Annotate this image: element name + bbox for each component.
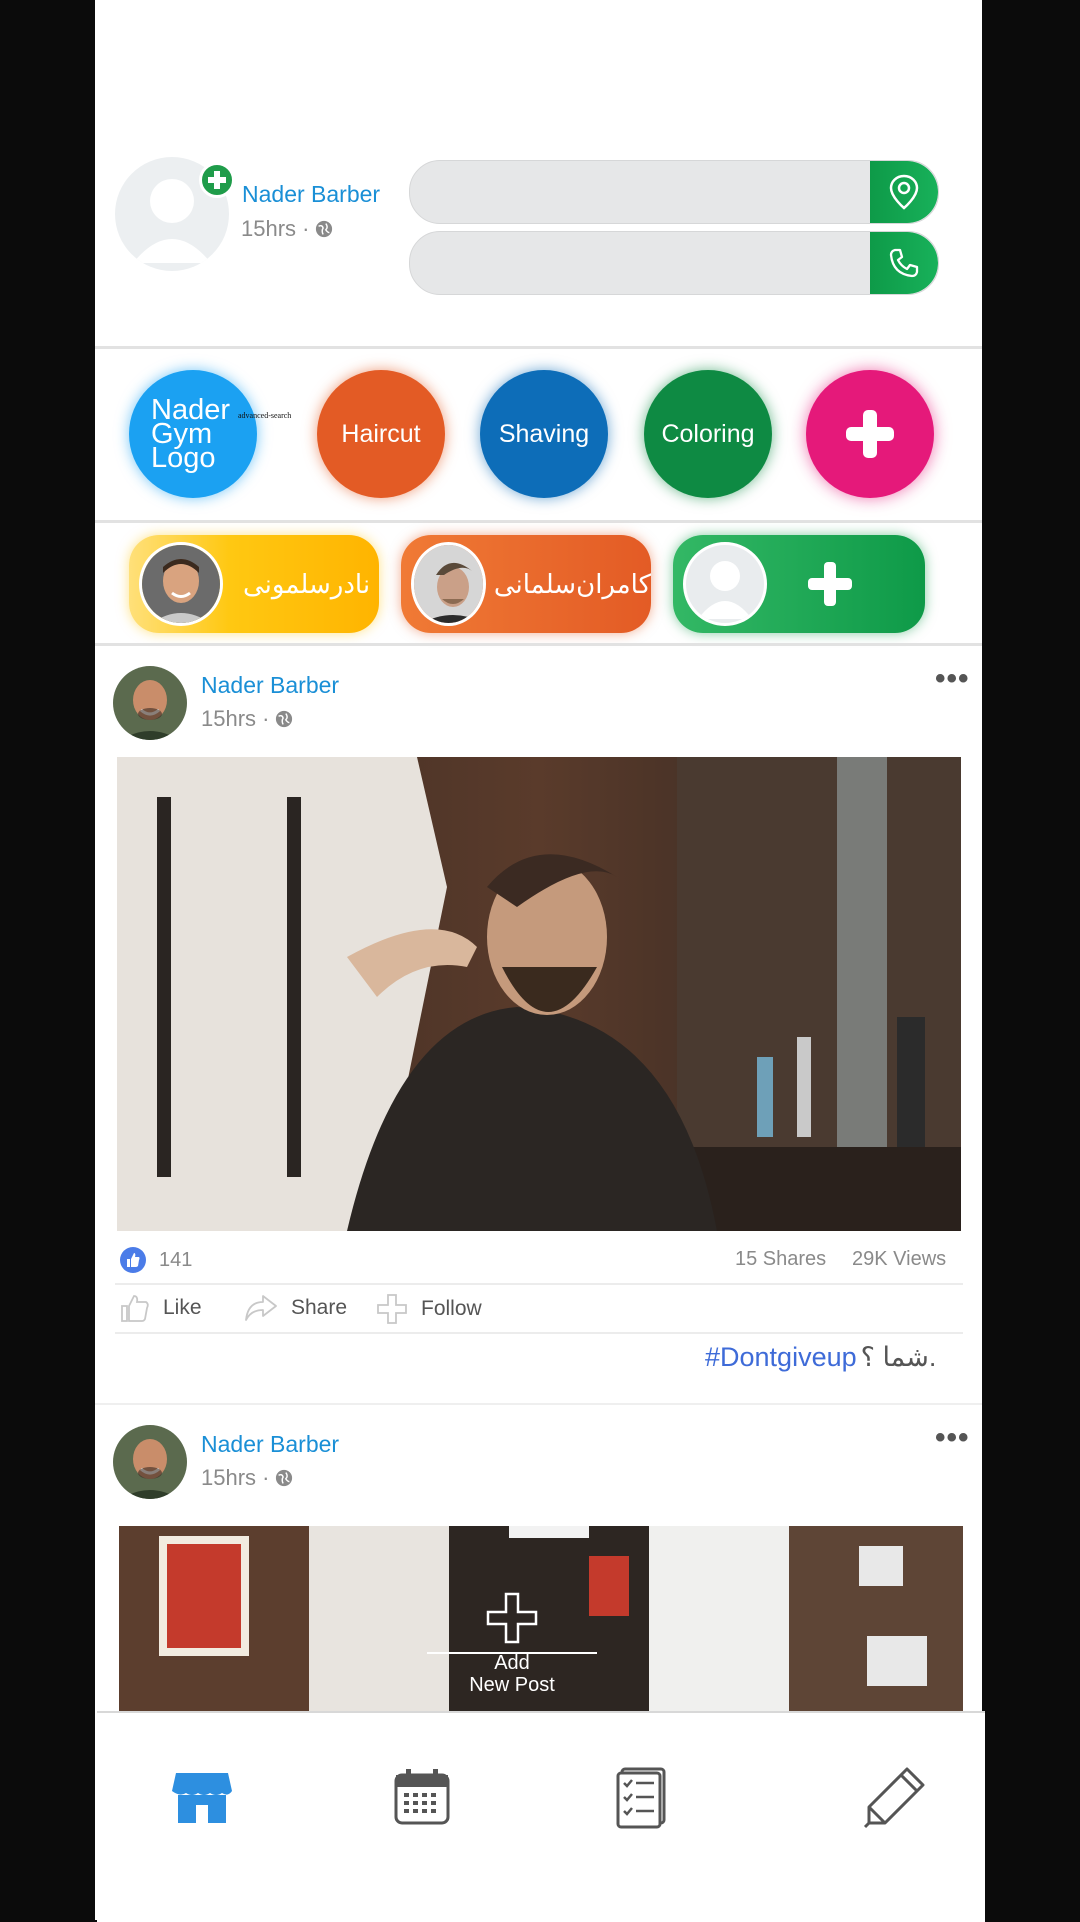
share-label: Share (291, 1296, 348, 1319)
more-options-icon[interactable]: ••• (935, 1421, 970, 1455)
post-author-name[interactable]: Nader Barber (201, 1431, 339, 1458)
staff-card-kamran[interactable]: کامران‌سلمانی (401, 535, 651, 633)
follow-button[interactable]: Follow (375, 1292, 482, 1326)
like-button[interactable]: Like (119, 1292, 202, 1324)
post-divider (95, 1403, 982, 1405)
checklist-icon[interactable] (612, 1765, 676, 1829)
add-post-line1: Add (494, 1652, 530, 1674)
add-new-post-button[interactable]: Add New Post (427, 1590, 597, 1700)
staff-name: نادرسلمونی (243, 568, 371, 599)
section-divider (95, 520, 982, 523)
stats-divider (115, 1283, 963, 1285)
service-coloring[interactable]: Coloring (644, 370, 772, 498)
profile-time: 15hrs · (241, 216, 310, 241)
address-field[interactable] (409, 160, 939, 224)
add-staff-button[interactable] (673, 535, 925, 633)
more-options-icon[interactable]: ••• (935, 662, 970, 696)
section-divider (95, 643, 982, 646)
share-count: 15 Shares (735, 1248, 827, 1270)
add-service-button[interactable] (806, 370, 934, 498)
plus-outline-icon (377, 1294, 407, 1324)
post-meta: 15hrs · (201, 1465, 293, 1491)
call-button[interactable] (870, 232, 938, 294)
app-screen: Nader Barber 15hrs · Nader Gym Logo adva… (95, 0, 982, 1920)
view-count: 29K Views (852, 1248, 947, 1270)
bottom-navigation (97, 1711, 985, 1922)
section-divider (95, 346, 982, 349)
post-caption: #Dontgiveup شما ؟. (705, 1342, 936, 1373)
post-time: 15hrs · (201, 1465, 270, 1490)
calendar-icon[interactable] (390, 1765, 454, 1829)
profile-meta: 15hrs · (241, 216, 333, 242)
phone-icon (889, 248, 919, 278)
actions-divider (115, 1332, 963, 1334)
placeholder-avatar (683, 542, 767, 626)
advanced-search-label[interactable]: advanced-search (238, 411, 291, 420)
follow-label: Follow (421, 1297, 482, 1320)
brand-logo[interactable]: Nader Gym Logo (129, 370, 257, 498)
caption-hashtag[interactable]: #Dontgiveup (705, 1342, 857, 1373)
globe-icon (276, 710, 293, 728)
share-button[interactable]: Share (243, 1292, 347, 1324)
plus-icon (846, 410, 894, 458)
globe-icon (316, 220, 333, 238)
staff-avatar (411, 542, 486, 626)
service-haircut[interactable]: Haircut (317, 370, 445, 498)
like-badge-icon (120, 1247, 146, 1273)
post-author-avatar[interactable] (113, 666, 187, 740)
staff-name: کامران‌سلمانی (493, 568, 651, 599)
plus-outline-icon (486, 1592, 538, 1644)
store-icon[interactable] (170, 1765, 234, 1829)
share-arrow-icon (245, 1295, 277, 1321)
plus-icon (808, 562, 852, 606)
post-image[interactable] (117, 757, 961, 1231)
thumbs-up-icon (121, 1295, 149, 1322)
phone-field[interactable] (409, 231, 939, 295)
caption-text: شما ؟. (860, 1342, 937, 1372)
add-post-line2: New Post (469, 1674, 555, 1696)
post-likes[interactable]: 141 (119, 1246, 192, 1274)
add-post-label: Add New Post (427, 1652, 597, 1696)
like-count: 141 (159, 1248, 193, 1271)
profile-name[interactable]: Nader Barber (242, 181, 380, 208)
post-author-avatar[interactable] (113, 1425, 187, 1499)
location-button[interactable] (870, 161, 938, 223)
post-author-name[interactable]: Nader Barber (201, 672, 339, 699)
post-time: 15hrs · (201, 706, 270, 731)
location-pin-icon (889, 174, 919, 210)
brand-logo-text: Nader Gym Logo (151, 394, 230, 474)
like-label: Like (163, 1296, 202, 1319)
service-shaving[interactable]: Shaving (480, 370, 608, 498)
globe-icon (276, 1469, 293, 1487)
staff-card-nader[interactable]: نادرسلمونی (129, 535, 379, 633)
post-meta: 15hrs · (201, 706, 293, 732)
add-profile-photo-icon[interactable] (199, 162, 235, 198)
pencil-icon[interactable] (863, 1765, 927, 1829)
staff-avatar (139, 542, 223, 626)
